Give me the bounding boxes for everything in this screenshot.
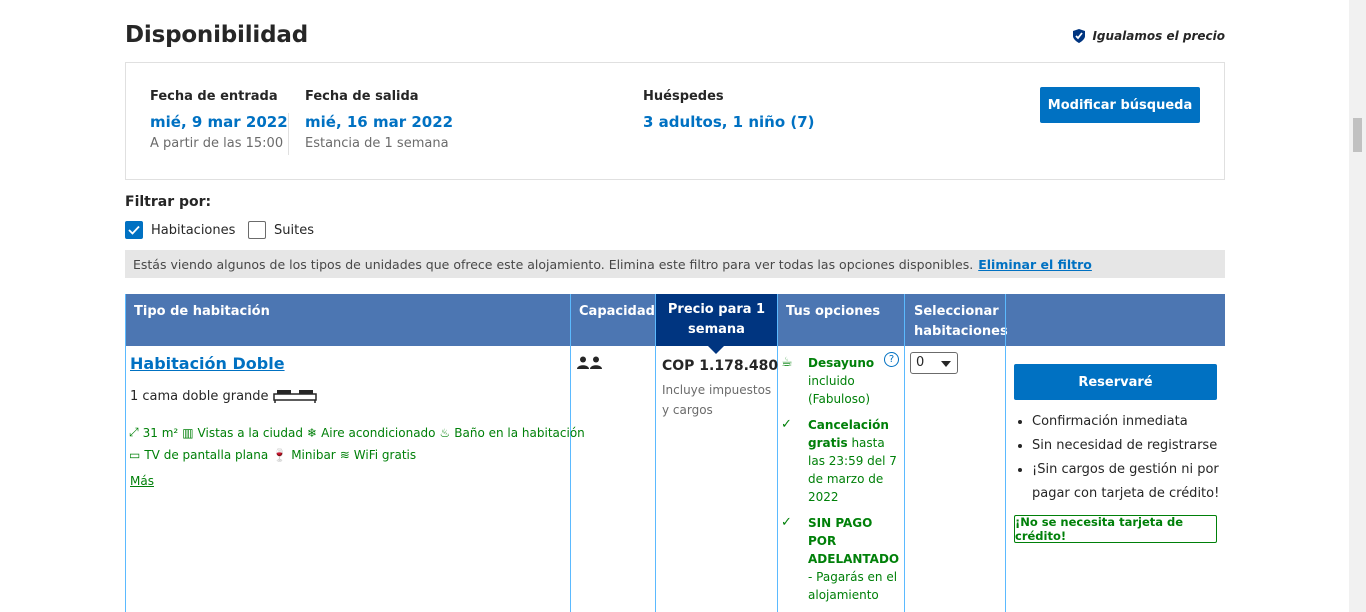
col-divider bbox=[1005, 294, 1006, 612]
checkin-sub: A partir de las 15:00 bbox=[150, 136, 284, 151]
two-persons-icon bbox=[577, 356, 602, 369]
reserve-button[interactable]: Reservaré bbox=[1014, 364, 1217, 400]
guests-value[interactable]: 3 adultos, 1 niño (7) bbox=[643, 113, 815, 131]
checkbox-checked-icon[interactable] bbox=[125, 221, 143, 239]
wifi-icon: ≋ bbox=[339, 448, 350, 462]
list-item: ¡Sin cargos de gestión ni por pagar con … bbox=[1032, 458, 1242, 506]
th-room-type: Tipo de habitación bbox=[134, 304, 270, 319]
page-title: Disponibilidad bbox=[125, 22, 308, 48]
checkmark-icon: ✓ bbox=[781, 417, 792, 432]
more-facilities-link[interactable]: Más bbox=[130, 474, 154, 488]
th-price: Precio para 1 semana bbox=[656, 294, 777, 354]
scrollbar-thumb[interactable] bbox=[1353, 118, 1362, 152]
city-view-icon: ▥ bbox=[182, 425, 194, 440]
option-no-prepayment: ✓ SIN PAGO POR ADELANTADO - Pagarás en el… bbox=[781, 514, 900, 604]
page-scrollbar[interactable] bbox=[1349, 0, 1366, 612]
filter-suites-checkbox[interactable]: Suites bbox=[248, 221, 314, 239]
filter-notice: Estás viendo algunos de los tipos de uni… bbox=[125, 250, 1225, 278]
date-divider bbox=[288, 113, 289, 155]
room-quantity-select[interactable]: 0 bbox=[910, 352, 958, 374]
bathtub-icon: ♨ bbox=[439, 425, 451, 440]
checkout-sub: Estancia de 1 semana bbox=[305, 136, 449, 151]
opt-breakfast-bold: Desayuno bbox=[808, 356, 875, 370]
facility-city-view: Vistas a la ciudad bbox=[197, 425, 303, 440]
facility-tv: TV de pantalla plana bbox=[144, 448, 269, 462]
benefits-list: Confirmación inmediata Sin necesidad de … bbox=[1014, 410, 1242, 506]
th-options: Tus opciones bbox=[786, 304, 881, 319]
shield-check-icon bbox=[1073, 29, 1086, 43]
checkin-value[interactable]: mié, 9 mar 2022 bbox=[150, 113, 288, 131]
minibar-icon: 🍷 bbox=[272, 448, 288, 462]
price-match-label: Igualamos el precio bbox=[1092, 29, 1225, 43]
option-breakfast: ☕ Desayuno incluido (Fabuloso) bbox=[781, 354, 898, 408]
checkout-label: Fecha de salida bbox=[305, 89, 419, 104]
capacity-icons bbox=[577, 356, 603, 374]
facilities-row: ⤢ 31 m² ▥ Vistas a la ciudad ❄ Aire acondic… bbox=[129, 425, 585, 440]
th-select: Seleccionar habitaciones bbox=[914, 304, 1008, 339]
col-divider bbox=[777, 294, 778, 612]
guests-label: Huéspedes bbox=[643, 89, 724, 104]
search-summary: Fecha de entrada mié, 9 mar 2022 A parti… bbox=[125, 62, 1225, 180]
price-match-badge[interactable]: Igualamos el precio bbox=[1071, 28, 1225, 44]
snowflake-icon: ❄ bbox=[307, 425, 318, 440]
opt-breakfast-rest: incluido (Fabuloso) bbox=[808, 374, 871, 406]
list-item: Sin necesidad de registrarse bbox=[1032, 434, 1242, 458]
bed-label: 1 cama doble grande bbox=[130, 388, 269, 404]
filter-title: Filtrar por: bbox=[125, 194, 212, 210]
modify-search-button[interactable]: Modificar búsqueda bbox=[1040, 87, 1200, 123]
tv-icon: ▭ bbox=[129, 448, 141, 462]
opt-prepay-rest: - Pagarás en el alojamiento bbox=[808, 570, 898, 602]
col-divider bbox=[904, 294, 905, 612]
checkin-label: Fecha de entrada bbox=[150, 89, 278, 104]
coffee-cup-icon: ☕ bbox=[781, 355, 793, 370]
facility-wifi: WiFi gratis bbox=[353, 448, 417, 462]
facility-minibar: Minibar bbox=[291, 448, 336, 462]
checkin-block[interactable]: Fecha de entrada mié, 9 mar 2022 A parti… bbox=[150, 89, 288, 151]
facilities-row: ▭ TV de pantalla plana 🍷 Minibar ≋ WiFi gra… bbox=[129, 448, 416, 462]
col-divider bbox=[570, 294, 571, 612]
room-name-link[interactable]: Habitación Doble bbox=[130, 354, 285, 373]
col-divider bbox=[125, 294, 126, 612]
option-cancellation: ✓ Cancelación gratis hasta las 23:59 del… bbox=[781, 416, 898, 506]
help-icon[interactable]: ? bbox=[884, 352, 899, 367]
no-card-badge: ¡No se necesita tarjeta de crédito! bbox=[1014, 515, 1217, 543]
filter-rooms-label: Habitaciones bbox=[151, 222, 236, 238]
filter-notice-text: Estás viendo algunos de los tipos de uni… bbox=[133, 256, 974, 272]
room-price: COP 1.178.480 bbox=[662, 358, 779, 374]
checkmark-icon: ✓ bbox=[781, 515, 792, 530]
filter-suites-label: Suites bbox=[274, 222, 314, 238]
facility-ac: Aire acondicionado bbox=[321, 425, 436, 440]
checkout-block[interactable]: Fecha de salida mié, 16 mar 2022 Estanci… bbox=[305, 89, 453, 151]
checkbox-unchecked-icon[interactable] bbox=[248, 221, 266, 239]
th-capacity: Capacidad bbox=[579, 304, 655, 319]
list-item: Confirmación inmediata bbox=[1032, 410, 1242, 434]
remove-filter-link[interactable]: Eliminar el filtro bbox=[978, 257, 1092, 272]
facility-size: 31 m² bbox=[142, 425, 179, 440]
checkout-value[interactable]: mié, 16 mar 2022 bbox=[305, 113, 453, 131]
size-icon: ⤢ bbox=[129, 425, 139, 439]
filter-rooms-checkbox[interactable]: Habitaciones bbox=[125, 221, 235, 239]
bed-info: 1 cama doble grande bbox=[130, 388, 317, 404]
price-taxes-note: Incluye impuestos y cargos bbox=[662, 383, 772, 417]
double-bed-icon bbox=[272, 390, 317, 403]
table-header: Tipo de habitación Capacidad Precio para… bbox=[125, 294, 1225, 354]
facility-bathroom: Baño en la habitación bbox=[454, 425, 585, 440]
guests-block[interactable]: Huéspedes 3 adultos, 1 niño (7) bbox=[643, 89, 815, 131]
opt-prepay-bold: SIN PAGO POR ADELANTADO bbox=[808, 516, 900, 566]
col-divider bbox=[655, 294, 656, 612]
